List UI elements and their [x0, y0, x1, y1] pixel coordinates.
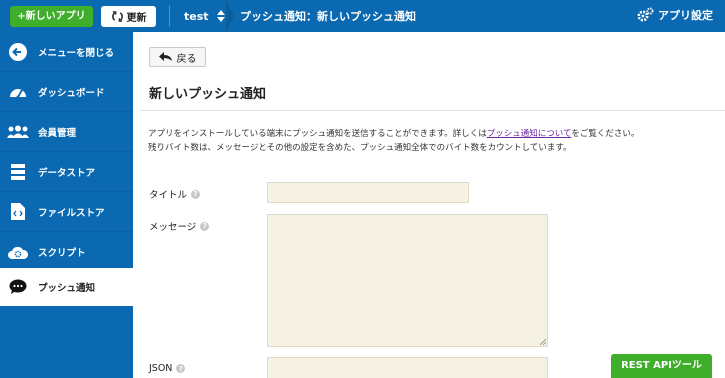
help-icon[interactable]: ? [200, 221, 210, 231]
sidebar-item-datastore[interactable]: データストア [0, 152, 133, 192]
top-bar: +新しいアプリ 更新 test プッシュ通知：新しいプッシュ通知 アプリ設定 [0, 0, 725, 32]
arrow-left-circle-icon [7, 41, 29, 63]
sidebar-item-close-menu[interactable]: メニューを閉じる [0, 32, 133, 72]
refresh-label: 更新 [126, 13, 147, 24]
description-text: 残りバイト数は、メッセージとその他の設定を含めた、プッシュ通知全体でのバイト数を… [148, 143, 572, 153]
sidebar-item-dashboard[interactable]: ダッシュボード [0, 72, 133, 112]
title-input[interactable] [267, 182, 469, 203]
gears-icon [637, 7, 654, 22]
users-icon [7, 121, 29, 143]
message-textarea[interactable] [267, 214, 548, 347]
refresh-button[interactable]: 更新 [101, 6, 156, 27]
sidebar-item-members[interactable]: 会員管理 [0, 112, 133, 152]
back-arrow-icon [158, 52, 172, 61]
breadcrumb: プッシュ通知：新しいプッシュ通知 [240, 10, 416, 23]
help-icon[interactable]: ? [176, 364, 186, 373]
message-label: メッセージ ? [149, 219, 210, 233]
sidebar-item-push[interactable]: プッシュ通知 [0, 268, 133, 306]
app-name: test [184, 9, 209, 23]
app-selector[interactable]: test [184, 6, 225, 26]
sidebar-item-script[interactable]: スクリプト [0, 232, 133, 272]
sidebar-item-label: データストア [38, 167, 96, 179]
sidebar-item-label: ダッシュボード [38, 87, 105, 99]
breadcrumb-separator [226, 0, 234, 32]
help-icon[interactable]: ? [191, 189, 201, 199]
chat-bubble-icon [7, 276, 29, 298]
title-label: タイトル ? [149, 187, 201, 201]
page-title: 新しいプッシュ通知 [149, 87, 267, 102]
sidebar-item-label: プッシュ通知 [38, 283, 96, 294]
description: アプリをインストールしている端末にプッシュ通知を送信することができます。詳しくは… [148, 127, 718, 155]
push-notification-help-link[interactable]: プッシュ通知について [487, 129, 572, 139]
cloud-gear-icon [7, 241, 29, 263]
title-divider [140, 110, 725, 111]
header-divider [169, 5, 170, 27]
database-icon [7, 161, 29, 183]
app-settings-label: アプリ設定 [658, 9, 713, 22]
file-code-icon [7, 201, 29, 223]
json-label-text: JSON [149, 363, 173, 374]
message-label-text: メッセージ [149, 222, 197, 233]
updown-icon [216, 10, 225, 22]
back-label: 戻る [176, 53, 197, 65]
app-settings-button[interactable]: アプリ設定 [636, 7, 713, 23]
back-button[interactable]: 戻る [149, 47, 206, 67]
refresh-icon [111, 11, 123, 22]
resize-handle-icon[interactable] [540, 339, 546, 345]
sidebar: メニューを閉じる ダッシュボード 会員管理 データストア ファイルストア スクリ… [0, 32, 133, 378]
sidebar-item-label: スクリプト [38, 247, 86, 259]
title-label-text: タイトル [149, 190, 188, 201]
json-label: JSON ? [149, 363, 186, 374]
sidebar-item-label: ファイルストア [38, 207, 105, 219]
dashboard-icon [7, 81, 29, 103]
sidebar-item-label: 会員管理 [38, 127, 77, 139]
new-app-button[interactable]: +新しいアプリ [10, 6, 93, 27]
sidebar-item-filestore[interactable]: ファイルストア [0, 192, 133, 232]
description-text: をご覧ください。 [571, 129, 640, 139]
description-text: アプリをインストールしている端末にプッシュ通知を送信することができます。詳しくは [148, 129, 487, 139]
json-textarea[interactable] [267, 357, 548, 378]
rest-api-tool-button[interactable]: REST APIツール [611, 354, 712, 378]
sidebar-item-label: メニューを閉じる [38, 47, 115, 59]
